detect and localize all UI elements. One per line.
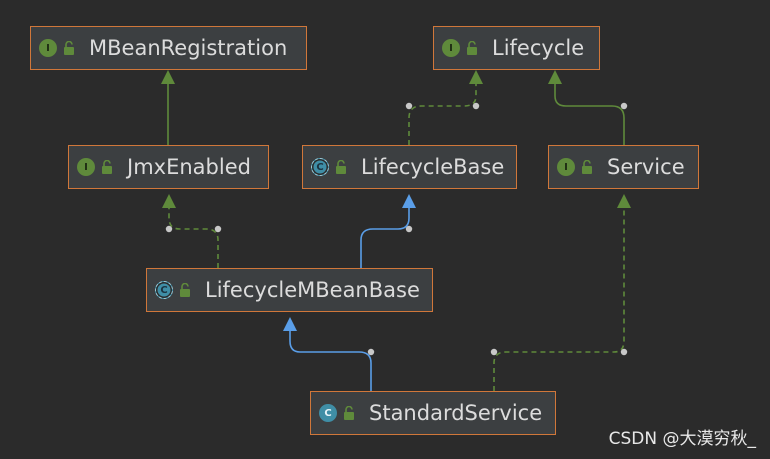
interface-icon: I	[442, 39, 460, 57]
open-lock-icon	[63, 41, 75, 55]
node-label: Lifecycle	[492, 36, 585, 60]
edge-lifecyclembeanbase-to-lifecyclebase	[360, 194, 416, 268]
abstract-class-icon: C	[311, 158, 329, 176]
edge-jmxenabled-to-mbeanregistration	[161, 70, 175, 145]
open-lock-icon	[343, 406, 355, 420]
open-lock-icon	[101, 160, 113, 174]
node-label: LifecycleBase	[361, 155, 505, 179]
watermark-text: CSDN @大漠穷秋_	[608, 429, 756, 449]
interface-icon: I	[77, 158, 95, 176]
interface-icon: I	[557, 158, 575, 176]
node-standardservice[interactable]: C StandardService	[310, 391, 556, 435]
node-label: LifecycleMBeanBase	[205, 278, 420, 302]
class-icon: C	[319, 404, 337, 422]
node-service[interactable]: I Service	[548, 145, 699, 189]
node-label: Service	[607, 155, 685, 179]
node-label: StandardService	[369, 401, 543, 425]
node-mbeanregistration[interactable]: I MBeanRegistration	[30, 26, 307, 70]
open-lock-icon	[466, 41, 478, 55]
abstract-class-icon: C	[155, 281, 173, 299]
node-label: JmxEnabled	[127, 155, 251, 179]
edge-service-to-lifecycle	[548, 70, 628, 145]
edge-lifecyclebase-to-lifecycle	[405, 70, 483, 145]
open-lock-icon	[581, 160, 593, 174]
edge-standardservice-to-lifecyclembeanbase	[283, 317, 375, 391]
interface-icon: I	[39, 39, 57, 57]
node-jmxenabled[interactable]: I JmxEnabled	[68, 145, 269, 189]
open-lock-icon	[179, 283, 191, 297]
node-label: MBeanRegistration	[89, 36, 288, 60]
edge-standardservice-to-service	[490, 194, 631, 391]
edge-lifecyclembeanbase-to-jmxenabled	[162, 194, 222, 268]
open-lock-icon	[335, 160, 347, 174]
node-lifecyclembeanbase[interactable]: C LifecycleMBeanBase	[146, 268, 433, 312]
node-lifecycle[interactable]: I Lifecycle	[433, 26, 600, 70]
node-lifecyclebase[interactable]: C LifecycleBase	[302, 145, 517, 189]
